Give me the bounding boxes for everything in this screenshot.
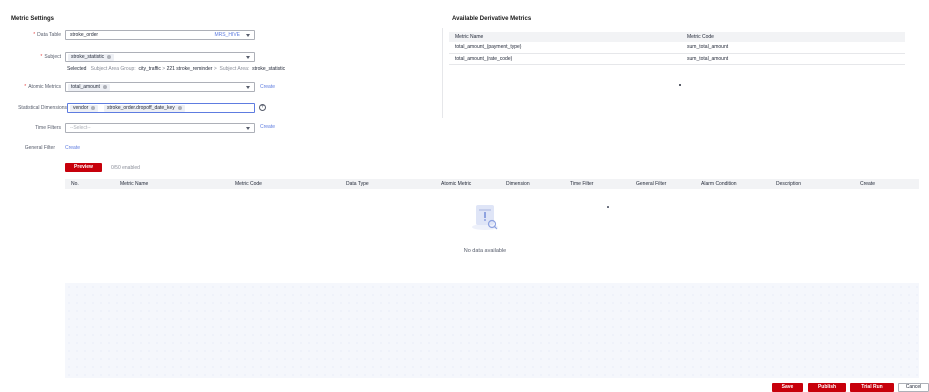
cancel-button[interactable]: Cancel xyxy=(898,383,929,392)
datasource-badge: MRS_HIVE xyxy=(214,32,240,38)
column-header-data-type: Data Type xyxy=(340,179,435,189)
chevron-down-icon xyxy=(246,127,250,130)
column-header: Metric Name xyxy=(449,32,681,42)
chevron-down-icon xyxy=(246,86,250,89)
table-row[interactable]: total_amount_(payment_type) sum_total_am… xyxy=(449,42,905,54)
dotted-canvas-area xyxy=(65,283,919,378)
atomic-metrics-select[interactable]: total_amount xyxy=(65,82,255,92)
column-header-metric-name: Metric Name xyxy=(114,179,229,189)
column-header-metric-code: Metric Code xyxy=(229,179,340,189)
column-header-time-filter: Time Filter xyxy=(564,179,630,189)
data-table-select[interactable]: stroke_order MRS_HIVE xyxy=(65,30,255,40)
stray-dot xyxy=(607,206,609,208)
metrics-header-row: No. Metric Name Metric Code Data Type At… xyxy=(65,179,919,189)
data-table-label: * Data Table xyxy=(33,32,61,38)
tag-close-icon[interactable] xyxy=(102,84,107,89)
derivative-metrics-title: Available Derivative Metrics xyxy=(452,16,532,22)
create-atomic-metric-link[interactable]: Create xyxy=(260,84,275,90)
statistical-dimensions-select[interactable]: vendor stroke_order.dropoff_date_key xyxy=(67,103,255,113)
tag-close-icon[interactable] xyxy=(91,105,96,110)
enabled-count: 0/50 enabled xyxy=(111,165,140,171)
create-time-filter-link[interactable]: Create xyxy=(260,124,275,130)
dimension-tag-vendor[interactable]: vendor xyxy=(70,105,99,112)
time-filters-placeholder: --Select-- xyxy=(70,125,91,131)
atomic-metric-tag[interactable]: total_amount xyxy=(68,84,110,91)
save-button[interactable]: Save xyxy=(772,383,803,392)
section-divider xyxy=(442,28,443,118)
time-filters-select[interactable]: --Select-- xyxy=(65,123,255,133)
create-general-filter-link[interactable]: Create xyxy=(65,145,80,151)
column-header-description: Description xyxy=(770,179,854,189)
required-mark: * xyxy=(33,32,36,38)
dimension-tag-dropoff[interactable]: stroke_order.dropoff_date_key xyxy=(104,105,185,112)
column-header-dimension: Dimension xyxy=(500,179,564,189)
loading-dot xyxy=(679,84,681,86)
column-header: Metric Code xyxy=(681,32,905,42)
empty-state-text: No data available xyxy=(463,248,507,254)
empty-data-icon xyxy=(470,203,500,231)
column-header-general-filter: General Filter xyxy=(630,179,695,189)
derivative-metrics-table: Metric Name Metric Code total_amount_(pa… xyxy=(449,32,905,65)
general-filter-label: General Filter xyxy=(24,145,55,151)
tag-close-icon[interactable] xyxy=(177,105,182,110)
add-circle-icon[interactable]: + xyxy=(259,104,266,111)
trial-run-button[interactable]: Trial Run xyxy=(850,383,894,392)
metric-settings-title: Metric Settings xyxy=(11,16,55,22)
table-row[interactable]: total_amount_(rate_code) sum_total_amoun… xyxy=(449,53,905,65)
chevron-down-icon xyxy=(246,34,250,37)
column-header-no: No. xyxy=(65,179,114,189)
metrics-table: No. Metric Name Metric Code Data Type At… xyxy=(65,179,919,189)
column-header-atomic-metric: Atomic Metric xyxy=(435,179,500,189)
subject-selected-path: Selected Subject Area Group: city_traffi… xyxy=(67,66,286,72)
required-mark: * xyxy=(40,54,43,60)
preview-button[interactable]: Preview xyxy=(65,163,102,172)
tag-close-icon[interactable] xyxy=(107,54,112,59)
subject-label: * Subject xyxy=(40,54,61,60)
metric-name-cell: total_amount_(payment_type) xyxy=(449,42,681,54)
metric-name-cell: total_amount_(rate_code) xyxy=(449,53,681,65)
data-table-value: stroke_order xyxy=(70,32,99,38)
column-header-alarm-condition: Alarm Condition xyxy=(695,179,770,189)
subject-tag[interactable]: stroke_statistic xyxy=(68,54,115,61)
required-mark: * xyxy=(24,84,27,90)
derivative-header-row: Metric Name Metric Code xyxy=(449,32,905,42)
time-filters-label: Time Filters xyxy=(35,125,61,131)
metric-code-cell: sum_total_amount xyxy=(681,42,905,54)
metric-code-cell: sum_total_amount xyxy=(681,53,905,65)
column-header-create: Create xyxy=(854,179,919,189)
atomic-metrics-label: * Atomic Metrics xyxy=(24,84,61,90)
publish-button[interactable]: Publish xyxy=(808,383,846,392)
chevron-down-icon xyxy=(246,56,250,59)
subject-select[interactable]: stroke_statistic xyxy=(65,52,255,62)
statistical-dimensions-label: Statistical Dimensions xyxy=(18,105,67,111)
